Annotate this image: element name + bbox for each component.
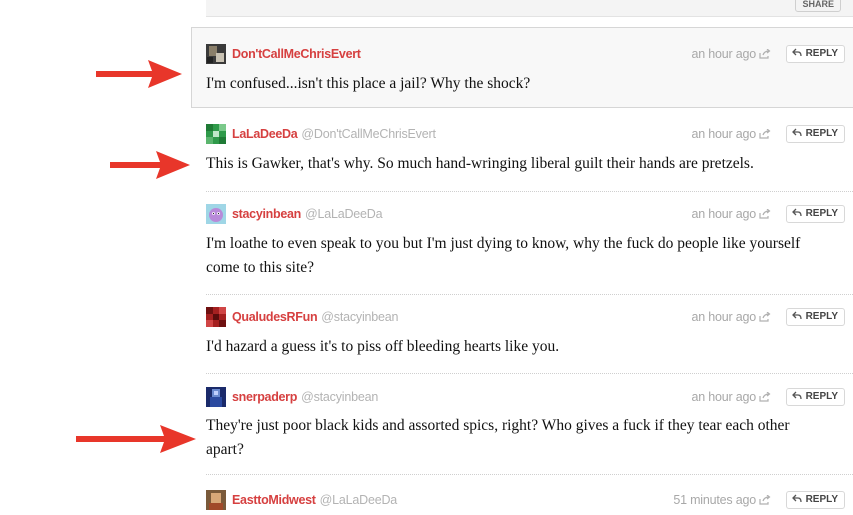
reply-button[interactable]: REPLY: [785, 308, 845, 326]
avatar[interactable]: [206, 44, 226, 64]
comment-text: I'm loathe to even speak to you but I'm …: [206, 235, 801, 276]
divider: [206, 474, 853, 475]
timestamp-text: an hour ago: [691, 127, 756, 141]
reply-arrow-icon: [791, 494, 802, 503]
timestamp[interactable]: 51 minutes ago: [673, 490, 771, 510]
share-icon[interactable]: [759, 495, 771, 505]
divider: [206, 373, 853, 374]
reply-label: REPLY: [805, 311, 838, 322]
avatar[interactable]: [206, 307, 226, 327]
avatar[interactable]: [206, 204, 226, 224]
author-link[interactable]: QualudesRFun: [232, 310, 318, 324]
previous-post-footer: SHARE: [206, 0, 853, 17]
reply-to-link[interactable]: @LaLaDeeDa: [305, 207, 383, 221]
reply-arrow-icon: [791, 208, 802, 217]
timestamp-text: an hour ago: [691, 207, 756, 221]
comment-meta: QualudesRFun @stacyinbean: [232, 307, 399, 327]
timestamp-text: an hour ago: [691, 310, 756, 324]
timestamp-text: an hour ago: [691, 390, 756, 404]
comment-meta: stacyinbean @LaLaDeeDa: [232, 204, 383, 224]
share-icon[interactable]: [759, 49, 771, 59]
reply-label: REPLY: [805, 128, 838, 139]
reply-to-link[interactable]: @stacyinbean: [321, 310, 398, 324]
author-link[interactable]: Don'tCallMeChrisEvert: [232, 47, 361, 61]
share-button[interactable]: SHARE: [795, 0, 841, 12]
reply-button[interactable]: REPLY: [785, 125, 845, 143]
reply-label: REPLY: [805, 494, 838, 505]
timestamp[interactable]: an hour ago: [691, 307, 771, 327]
timestamp[interactable]: an hour ago: [691, 387, 771, 407]
timestamp[interactable]: an hour ago: [691, 44, 771, 64]
reply-label: REPLY: [805, 48, 838, 59]
comment-meta: Don'tCallMeChrisEvert: [232, 44, 361, 64]
annotation-arrow: [76, 425, 196, 453]
comment-meta: snerpaderp @stacyinbean: [232, 387, 378, 407]
reply-button[interactable]: REPLY: [785, 45, 845, 63]
comment-meta: LaLaDeeDa @Don'tCallMeChrisEvert: [232, 124, 436, 144]
timestamp-text: an hour ago: [691, 47, 756, 61]
reply-arrow-icon: [791, 311, 802, 320]
author-link[interactable]: LaLaDeeDa: [232, 127, 298, 141]
share-icon[interactable]: [759, 312, 771, 322]
timestamp[interactable]: an hour ago: [691, 204, 771, 224]
comment-text: They're just poor black kids and assorte…: [206, 417, 790, 458]
author-link[interactable]: EasttoMidwest: [232, 493, 316, 507]
avatar[interactable]: [206, 490, 226, 510]
share-icon[interactable]: [759, 392, 771, 402]
timestamp-text: 51 minutes ago: [673, 493, 756, 507]
comment-text: This is Gawker, that's why. So much hand…: [206, 155, 754, 172]
timestamp[interactable]: an hour ago: [691, 124, 771, 144]
reply-to-link[interactable]: @Don'tCallMeChrisEvert: [301, 127, 436, 141]
reply-arrow-icon: [791, 128, 802, 137]
reply-to-link[interactable]: @stacyinbean: [301, 390, 378, 404]
avatar[interactable]: [206, 387, 226, 407]
divider: [206, 294, 853, 295]
comment-text: I'm confused...isn't this place a jail? …: [206, 75, 531, 92]
author-link[interactable]: snerpaderp: [232, 390, 297, 404]
divider: [206, 191, 853, 192]
reply-arrow-icon: [791, 391, 802, 400]
reply-label: REPLY: [805, 208, 838, 219]
annotation-arrow: [96, 60, 182, 88]
share-icon[interactable]: [759, 209, 771, 219]
reply-button[interactable]: REPLY: [785, 205, 845, 223]
reply-button[interactable]: REPLY: [785, 491, 845, 509]
reply-to-link[interactable]: @LaLaDeeDa: [320, 493, 398, 507]
share-icon[interactable]: [759, 129, 771, 139]
annotation-arrow: [110, 151, 190, 179]
comment-meta: EasttoMidwest @LaLaDeeDa: [232, 490, 397, 510]
reply-button[interactable]: REPLY: [785, 388, 845, 406]
author-link[interactable]: stacyinbean: [232, 207, 301, 221]
reply-arrow-icon: [791, 48, 802, 57]
reply-label: REPLY: [805, 391, 838, 402]
comment-text: I'd hazard a guess it's to piss off blee…: [206, 338, 560, 355]
avatar[interactable]: [206, 124, 226, 144]
